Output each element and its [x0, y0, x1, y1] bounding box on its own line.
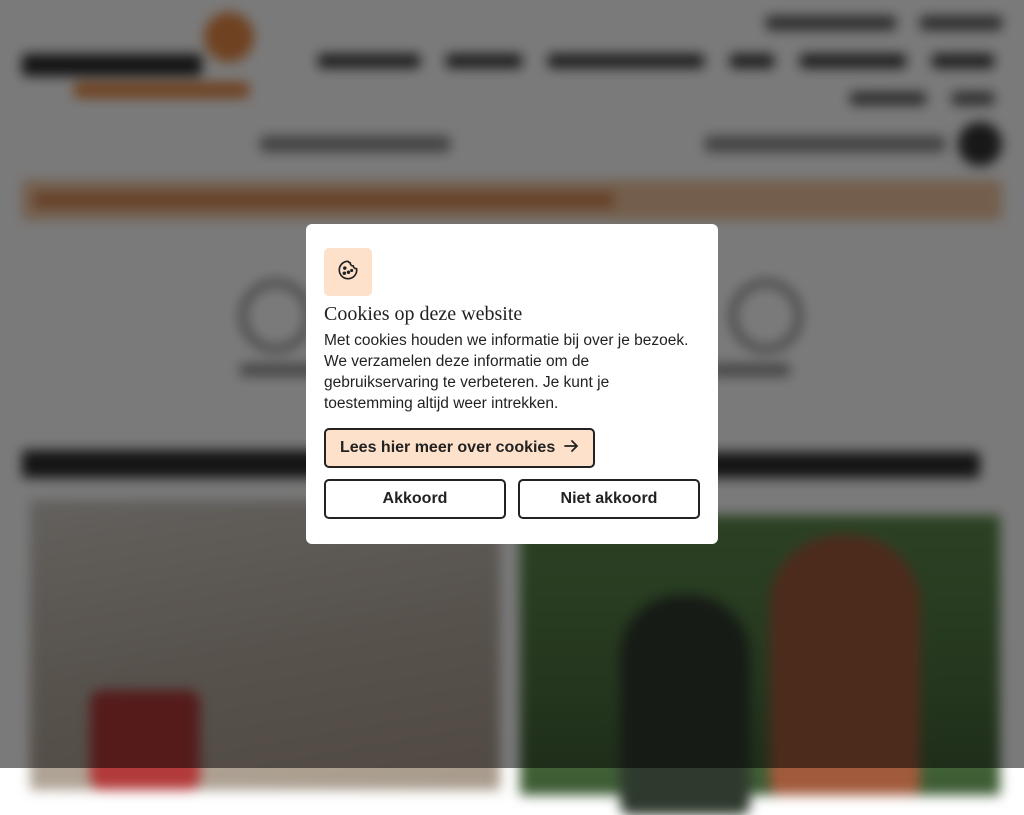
dialog-title: Cookies op deze website: [324, 303, 523, 325]
read-more-cookies-button[interactable]: Lees hier meer over cookies: [324, 428, 596, 468]
accept-button[interactable]: Akkoord: [324, 479, 506, 519]
decline-button[interactable]: Niet akkoord: [518, 479, 700, 519]
dialog-description: Met cookies houden we informatie bij ove…: [324, 332, 689, 412]
read-more-label: Lees hier meer over cookies: [340, 439, 556, 456]
cookie-badge: [324, 248, 372, 296]
cookie-icon: [337, 259, 359, 286]
cookie-dialog: Cookies op deze website Met cookies houd…: [306, 224, 718, 544]
arrow-right-icon: [563, 438, 579, 459]
dialog-actions: Akkoord Niet akkoord: [324, 479, 700, 519]
